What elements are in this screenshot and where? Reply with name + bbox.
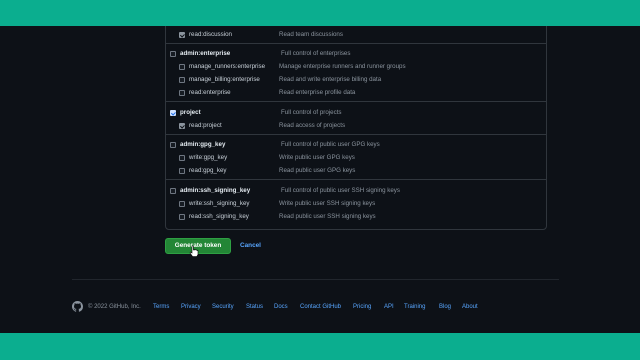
scope-name: project bbox=[180, 109, 201, 116]
scope-description: Read team discussions bbox=[279, 31, 343, 38]
footer-link-training[interactable]: Training bbox=[404, 301, 425, 313]
scope-description: Full control of public user GPG keys bbox=[281, 141, 380, 148]
scope-checkbox-manage-runners-enterprise[interactable] bbox=[179, 64, 185, 70]
scope-name: manage_runners:enterprise bbox=[189, 63, 266, 70]
scope-name: write:gpg_key bbox=[189, 154, 228, 161]
footer-link-docs[interactable]: Docs bbox=[274, 301, 288, 313]
scope-row-read-gpg-key: read:gpg_key Read public user GPG keys bbox=[166, 164, 546, 178]
github-mark-icon bbox=[72, 301, 83, 312]
scope-description: Read and write enterprise billing data bbox=[279, 76, 382, 83]
footer-link-terms[interactable]: Terms bbox=[153, 301, 169, 313]
group-divider bbox=[166, 134, 546, 135]
scope-description: Full control of public user SSH signing … bbox=[281, 187, 400, 194]
scope-checkbox-read-ssh-signing-key[interactable] bbox=[179, 214, 185, 220]
token-page: read:discussion Read team discussions ad… bbox=[0, 26, 640, 333]
scope-name: admin:gpg_key bbox=[180, 141, 226, 148]
scope-checkbox-read-enterprise[interactable] bbox=[179, 90, 185, 96]
scope-description: Write public user SSH signing keys bbox=[279, 200, 376, 207]
scope-description: Full control of enterprises bbox=[281, 50, 351, 57]
footer-link-blog[interactable]: Blog bbox=[439, 301, 451, 313]
group-divider bbox=[166, 179, 546, 180]
top-band bbox=[0, 0, 640, 26]
scope-name: read:project bbox=[189, 122, 222, 129]
cancel-link[interactable]: Cancel bbox=[240, 238, 261, 254]
hand-pointer-icon bbox=[189, 245, 199, 257]
bottom-band bbox=[0, 333, 640, 360]
scope-row-manage-runners-enterprise: manage_runners:enterprise Manage enterpr… bbox=[166, 60, 546, 74]
scope-description: Write public user GPG keys bbox=[279, 154, 355, 161]
group-divider bbox=[166, 43, 546, 44]
scope-checkbox-admin-ssh-signing-key[interactable] bbox=[170, 188, 176, 194]
scope-row-manage-billing-enterprise: manage_billing:enterprise Read and write… bbox=[166, 73, 546, 87]
scope-name: read:discussion bbox=[189, 31, 232, 38]
footer-link-contact-github[interactable]: Contact GitHub bbox=[300, 301, 341, 313]
scope-checkbox-read-gpg-key[interactable] bbox=[179, 168, 185, 174]
copyright-text: © 2022 GitHub, Inc. bbox=[88, 304, 141, 310]
scope-checkbox-project[interactable] bbox=[170, 110, 176, 116]
scope-name: admin:enterprise bbox=[180, 50, 231, 57]
scope-row-admin-enterprise: admin:enterprise Full control of enterpr… bbox=[166, 47, 546, 61]
scope-description: Read access of projects bbox=[279, 122, 346, 129]
footer-link-about[interactable]: About bbox=[462, 301, 478, 313]
scope-name: read:enterprise bbox=[189, 89, 231, 96]
scope-row-read-discussion: read:discussion Read team discussions bbox=[166, 28, 546, 42]
scope-row-write-gpg-key: write:gpg_key Write public user GPG keys bbox=[166, 151, 546, 165]
group-divider bbox=[166, 101, 546, 102]
footer-link-privacy[interactable]: Privacy bbox=[181, 301, 201, 313]
footer-link-security[interactable]: Security bbox=[212, 301, 234, 313]
scope-description: Full control of projects bbox=[281, 109, 342, 116]
scopes-list: read:discussion Read team discussions ad… bbox=[165, 26, 547, 230]
scope-checkbox-admin-enterprise[interactable] bbox=[170, 51, 176, 57]
scope-checkbox-write-ssh-signing-key[interactable] bbox=[179, 201, 185, 207]
scope-description: Read enterprise profile data bbox=[279, 89, 356, 96]
footer-divider bbox=[72, 279, 559, 280]
scope-checkbox-read-discussion[interactable] bbox=[179, 32, 185, 38]
scope-checkbox-manage-billing-enterprise[interactable] bbox=[179, 77, 185, 83]
scope-name: manage_billing:enterprise bbox=[189, 76, 260, 83]
scope-name: admin:ssh_signing_key bbox=[180, 187, 251, 194]
scope-row-write-ssh-signing-key: write:ssh_signing_key Write public user … bbox=[166, 197, 546, 211]
footer-link-status[interactable]: Status bbox=[246, 301, 263, 313]
scope-row-read-project: read:project Read access of projects bbox=[166, 119, 546, 133]
scope-row-admin-ssh-signing-key: admin:ssh_signing_key Full control of pu… bbox=[166, 184, 546, 198]
scope-row-project: project Full control of projects bbox=[166, 106, 546, 120]
scope-name: write:ssh_signing_key bbox=[189, 200, 250, 207]
scope-row-admin-gpg-key: admin:gpg_key Full control of public use… bbox=[166, 138, 546, 152]
scope-description: Manage enterprise runners and runner gro… bbox=[279, 63, 406, 70]
scope-checkbox-admin-gpg-key[interactable] bbox=[170, 142, 176, 148]
scope-name: read:gpg_key bbox=[189, 167, 227, 174]
scope-checkbox-write-gpg-key[interactable] bbox=[179, 155, 185, 161]
scope-description: Read public user SSH signing keys bbox=[279, 213, 376, 220]
scope-row-read-enterprise: read:enterprise Read enterprise profile … bbox=[166, 86, 546, 100]
scope-description: Read public user GPG keys bbox=[279, 167, 356, 174]
footer-link-pricing[interactable]: Pricing bbox=[353, 301, 371, 313]
scope-checkbox-read-project[interactable] bbox=[179, 123, 185, 129]
scope-row-read-ssh-signing-key: read:ssh_signing_key Read public user SS… bbox=[166, 210, 546, 224]
footer-link-api[interactable]: API bbox=[384, 301, 394, 313]
scope-name: read:ssh_signing_key bbox=[189, 213, 249, 220]
